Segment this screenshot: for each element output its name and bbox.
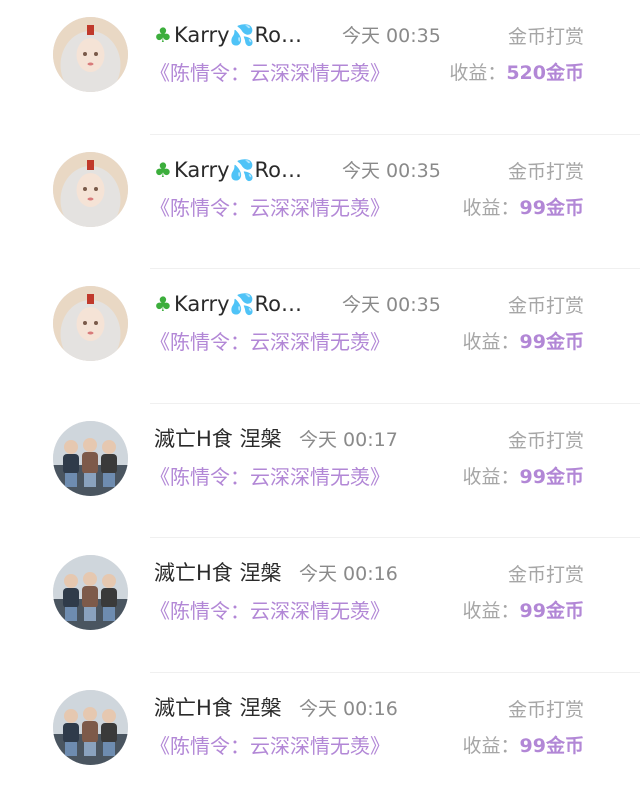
timestamp: 今天 00:16 (299, 560, 398, 588)
income-amount: 99金币 (520, 735, 584, 757)
clover-icon: ♣ (154, 23, 172, 47)
income-label: 收益： (463, 735, 520, 757)
income: 收益：99金币 (463, 463, 584, 491)
avatar[interactable] (53, 152, 128, 227)
user-name[interactable]: 滅亡H食 涅槃 (154, 558, 281, 588)
user-name[interactable]: ♣Karry💦Ro… (154, 155, 302, 185)
timestamp: 今天 00:35 (342, 291, 441, 319)
timestamp: 今天 00:35 (342, 22, 441, 50)
timestamp: 今天 00:17 (299, 426, 398, 454)
list-item[interactable]: 滅亡H食 涅槃 今天 00:17 金币打赏 《陈情令：云深深情无羡》 收益：99… (0, 404, 640, 539)
work-title-link[interactable]: 《陈情令：云深深情无羡》 (150, 58, 390, 88)
reward-type-label: 金币打赏 (508, 292, 584, 320)
reward-type-label: 金币打赏 (508, 696, 584, 724)
user-name[interactable]: 滅亡H食 涅槃 (154, 693, 281, 723)
work-title-link[interactable]: 《陈情令：云深深情无羡》 (150, 327, 390, 357)
income-amount: 99金币 (520, 197, 584, 219)
income-label: 收益： (463, 197, 520, 219)
user-name[interactable]: 滅亡H食 涅槃 (154, 424, 281, 454)
income: 收益：99金币 (463, 597, 584, 625)
income: 收益：99金币 (463, 194, 584, 222)
user-name[interactable]: ♣Karry💦Ro… (154, 289, 302, 319)
list-item[interactable]: ♣Karry💦Ro… 今天 00:35 金币打赏 《陈情令：云深深情无羡》 收益… (0, 0, 640, 135)
income-amount: 99金币 (520, 331, 584, 353)
list-item[interactable]: ♣Karry💦Ro… 今天 00:35 金币打赏 《陈情令：云深深情无羡》 收益… (0, 135, 640, 270)
droplets-icon: 💦 (230, 158, 255, 182)
income-label: 收益： (449, 62, 506, 84)
girl-white-hair-avatar (53, 152, 128, 227)
three-boys-avatar (53, 555, 128, 630)
three-boys-avatar (53, 690, 128, 765)
girl-white-hair-avatar (53, 286, 128, 361)
reward-type-label: 金币打赏 (508, 23, 584, 51)
reward-type-label: 金币打赏 (508, 561, 584, 589)
work-title-link[interactable]: 《陈情令：云深深情无羡》 (150, 596, 390, 626)
avatar[interactable] (53, 17, 128, 92)
clover-icon: ♣ (154, 158, 172, 182)
droplets-icon: 💦 (230, 23, 255, 47)
income-label: 收益： (463, 600, 520, 622)
income: 收益：99金币 (463, 732, 584, 760)
droplets-icon: 💦 (230, 292, 255, 316)
clover-icon: ♣ (154, 292, 172, 316)
list-item[interactable]: 滅亡H食 涅槃 今天 00:16 金币打赏 《陈情令：云深深情无羡》 收益：99… (0, 538, 640, 673)
income: 收益：99金币 (463, 328, 584, 356)
user-name[interactable]: ♣Karry💦Ro… (154, 20, 302, 50)
work-title-link[interactable]: 《陈情令：云深深情无羡》 (150, 193, 390, 223)
income-label: 收益： (463, 331, 520, 353)
list-item[interactable]: 滅亡H食 涅槃 今天 00:16 金币打赏 《陈情令：云深深情无羡》 收益：99… (0, 673, 640, 807)
timestamp: 今天 00:35 (342, 157, 441, 185)
timestamp: 今天 00:16 (299, 695, 398, 723)
income-amount: 520金币 (506, 62, 584, 84)
avatar[interactable] (53, 690, 128, 765)
avatar[interactable] (53, 421, 128, 496)
income-amount: 99金币 (520, 466, 584, 488)
avatar[interactable] (53, 286, 128, 361)
avatar[interactable] (53, 555, 128, 630)
income-label: 收益： (463, 466, 520, 488)
reward-type-label: 金币打赏 (508, 427, 584, 455)
work-title-link[interactable]: 《陈情令：云深深情无羡》 (150, 731, 390, 761)
list-item[interactable]: ♣Karry💦Ro… 今天 00:35 金币打赏 《陈情令：云深深情无羡》 收益… (0, 269, 640, 404)
reward-type-label: 金币打赏 (508, 158, 584, 186)
work-title-link[interactable]: 《陈情令：云深深情无羡》 (150, 462, 390, 492)
income: 收益：520金币 (449, 59, 584, 87)
reward-list: ♣Karry💦Ro… 今天 00:35 金币打赏 《陈情令：云深深情无羡》 收益… (0, 0, 640, 799)
income-amount: 99金币 (520, 600, 584, 622)
girl-white-hair-avatar (53, 17, 128, 92)
three-boys-avatar (53, 421, 128, 496)
